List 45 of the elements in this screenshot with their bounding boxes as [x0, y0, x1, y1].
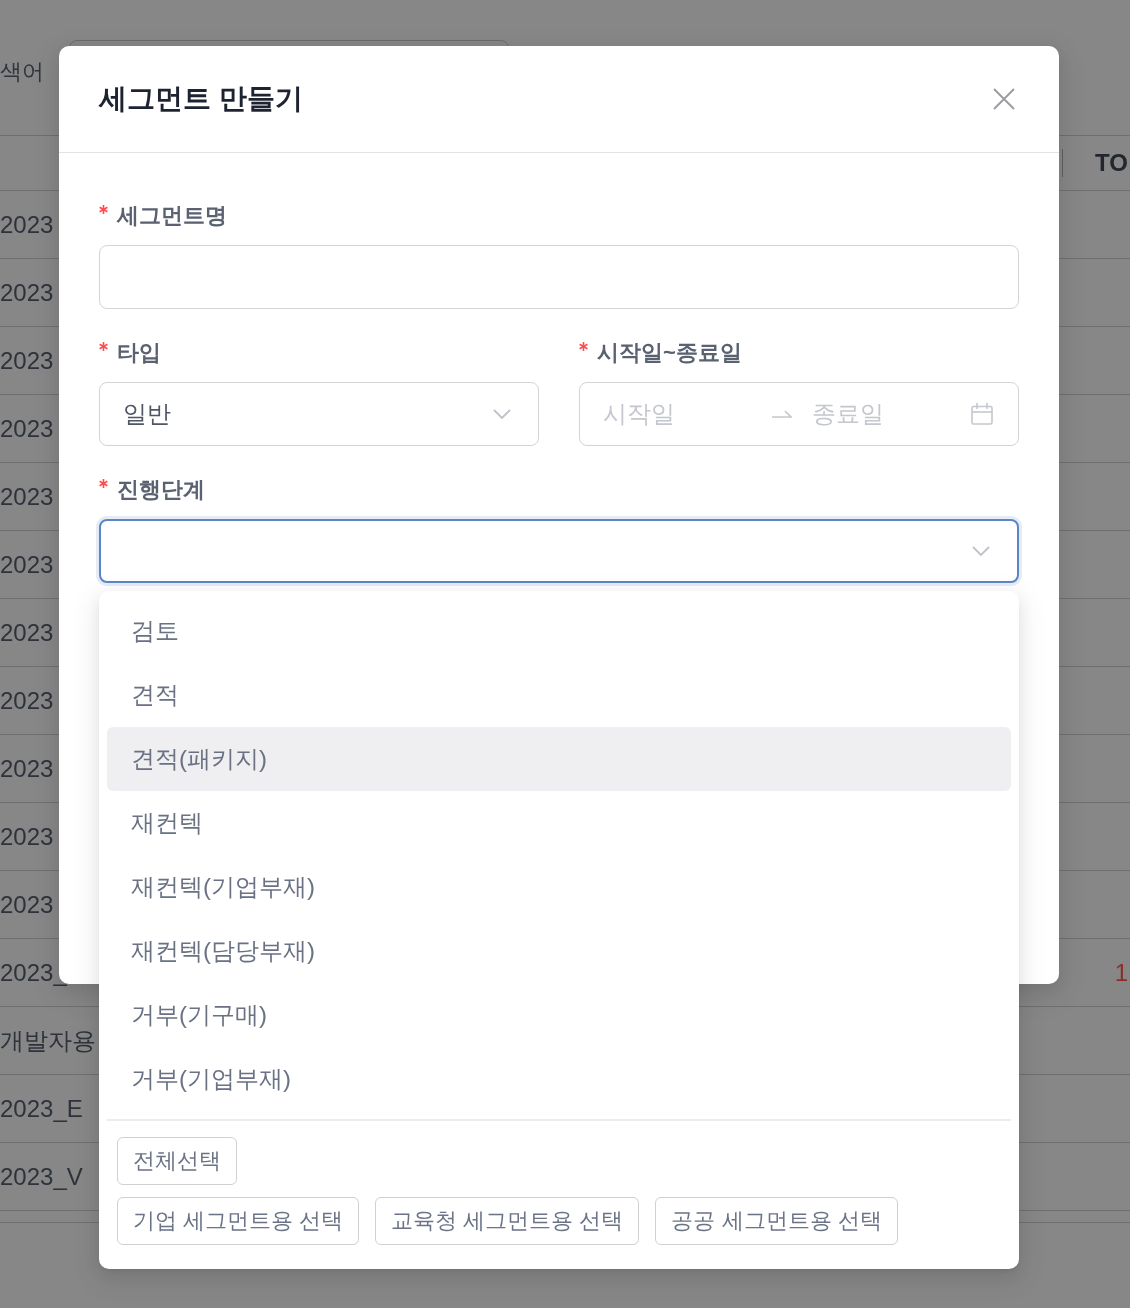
dropdown-option[interactable]: 견적 — [107, 663, 1011, 727]
close-button[interactable] — [993, 88, 1015, 110]
dropdown-option[interactable]: 재컨텍 — [107, 791, 1011, 855]
table-cell: 2023 — [0, 686, 54, 715]
dropdown-option[interactable]: 재컨텍(담당부재) — [107, 919, 1011, 983]
table-cell: 2023 — [0, 482, 54, 511]
date-range-field[interactable]: 시작일 종료일 — [579, 382, 1019, 446]
dropdown-option[interactable]: 재컨텍(기업부재) — [107, 855, 1011, 919]
table-cell-text: 개발자용 — [0, 1025, 96, 1056]
field-label: 타입 — [117, 339, 161, 367]
end-date-input[interactable]: 종료일 — [812, 397, 961, 431]
table-cell-text: 1 — [1114, 958, 1129, 987]
column-header: TO — [1094, 149, 1129, 177]
field-label: 진행단계 — [117, 476, 205, 504]
table-cell: 2023 — [0, 278, 54, 307]
table-cell: 2023 — [0, 346, 54, 375]
search-label: 색어 — [0, 58, 44, 86]
dropdown-option[interactable]: 견적(패키지) — [107, 727, 1011, 791]
calendar-icon — [971, 403, 993, 425]
dropdown-option[interactable]: 거부(기업부재) — [107, 1047, 1011, 1111]
chevron-down-icon — [972, 546, 990, 556]
field-label: 시작일~종료일 — [597, 339, 742, 367]
table-cell: 2023 — [0, 618, 54, 647]
table-cell: 2023_V — [0, 1162, 83, 1191]
text-input[interactable] — [99, 245, 1019, 309]
quick-select-button[interactable]: 공공 세그먼트용 선택 — [655, 1196, 898, 1245]
table-cell: 2023 — [0, 822, 54, 851]
dropdown-option[interactable]: 거부(기구매) — [107, 983, 1011, 1047]
close-icon — [993, 88, 1015, 110]
quick-select-button[interactable]: 교육청 세그먼트용 선택 — [375, 1196, 640, 1245]
table-cell: 2023 — [0, 210, 54, 239]
table-cell: 2023 — [0, 550, 54, 579]
dropdown-option[interactable]: 검토 — [107, 599, 1011, 663]
table-cell: 2023 — [0, 414, 54, 443]
modal-title: 세그먼트 만들기 — [99, 82, 303, 116]
quick-select-button[interactable]: 기업 세그먼트용 선택 — [117, 1196, 360, 1245]
chevron-down-icon — [493, 409, 511, 419]
field-label: 세그먼트명 — [117, 202, 227, 230]
table-cell: 2023_E — [0, 1094, 83, 1123]
table-cell: 2023 — [0, 890, 54, 919]
table-cell: 2023 — [0, 754, 54, 783]
select-field[interactable]: 일반 — [99, 382, 539, 446]
start-date-input[interactable]: 시작일 — [603, 397, 763, 431]
quick-select-button[interactable]: 전체선택 — [117, 1136, 237, 1185]
select-field[interactable] — [99, 519, 1019, 583]
